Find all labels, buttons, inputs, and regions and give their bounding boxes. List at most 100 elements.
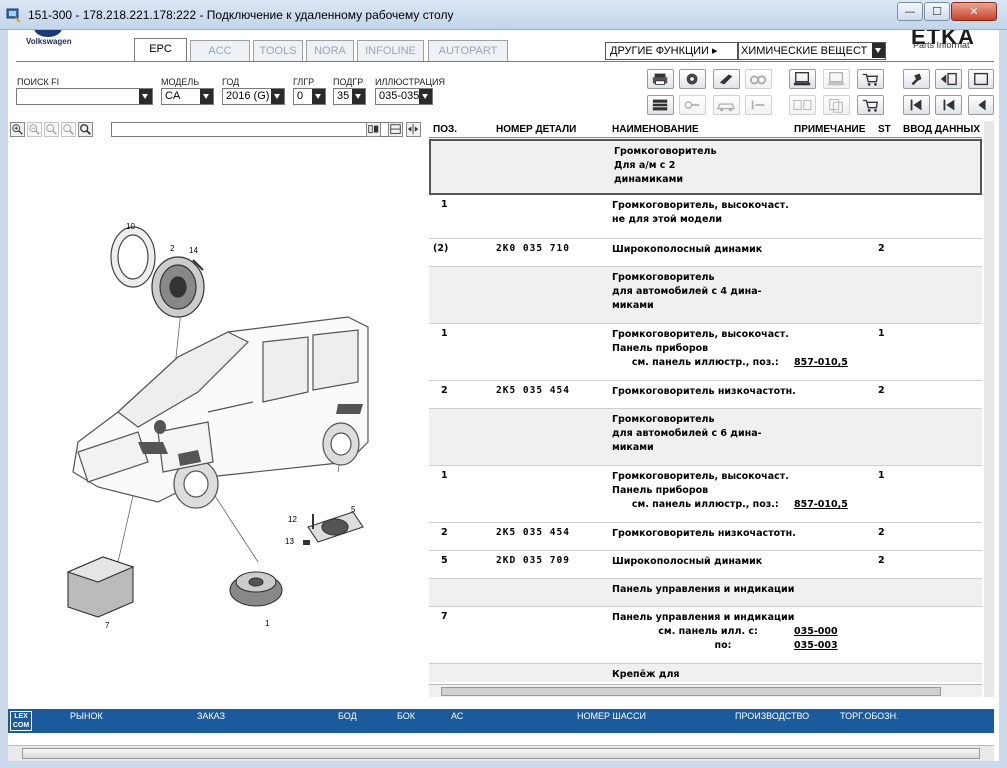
table-horizontal-scrollbar[interactable] — [429, 684, 982, 697]
status-as[interactable]: АС — [451, 711, 463, 721]
table-row[interactable]: 1 Громкоговоритель, высокочаст. не для э… — [429, 195, 982, 239]
table-row[interactable]: (2) 2K0 035 710 Широкополосный динамик 2 — [429, 239, 982, 267]
search-parts-button[interactable] — [745, 69, 772, 89]
table-vertical-scrollbar[interactable] — [984, 121, 994, 697]
status-trade-mark[interactable]: ТОРГ.ОБОЗН. — [840, 711, 899, 721]
table-row[interactable]: 2 2K5 035 454 Громкоговоритель низкочаст… — [429, 381, 982, 409]
chevron-down-icon[interactable] — [352, 89, 365, 104]
chemicals-select[interactable]: ХИМИЧЕСКИЕ ВЕЩЕСТ — [738, 42, 886, 60]
key-button[interactable] — [679, 95, 706, 115]
next-step-button[interactable] — [745, 95, 772, 115]
table-row[interactable]: Крепёж для — [429, 664, 982, 682]
illustration-select[interactable]: 035-035 — [375, 88, 433, 105]
chevron-down-icon[interactable] — [872, 43, 885, 58]
ugr-select[interactable]: 35 — [333, 88, 366, 105]
col-note[interactable]: ПРИМЕЧАНИЕ — [794, 124, 865, 135]
back-page-button[interactable] — [935, 69, 962, 89]
car-button[interactable] — [713, 95, 740, 115]
row-note[interactable]: 857-010,5 — [794, 470, 848, 512]
cart-icon — [862, 99, 879, 112]
pin-button[interactable] — [903, 69, 930, 89]
row-name: Громкоговоритель для автомобилей с 4 дин… — [612, 272, 762, 311]
more-functions-button[interactable]: ДРУГИЕ ФУНКЦИИ ▸ — [605, 42, 738, 60]
table-row[interactable]: Панель управления и индикации — [429, 579, 982, 607]
disc-button[interactable] — [679, 69, 706, 89]
year-select[interactable]: 2016 (G) — [222, 88, 285, 105]
status-market[interactable]: РЫНОК — [70, 711, 103, 721]
scrollbar-thumb[interactable] — [441, 687, 941, 696]
prev-page-button[interactable] — [935, 95, 962, 115]
tools-button[interactable] — [713, 69, 740, 89]
status-bod[interactable]: БОД — [338, 711, 357, 721]
cart-add-button[interactable] — [857, 69, 884, 89]
row-note[interactable]: 857-010,5 — [794, 328, 848, 370]
zoom-reset-button[interactable] — [61, 122, 76, 137]
minimize-button[interactable]: — — [897, 2, 923, 21]
col-part-number[interactable]: НОМЕР ДЕТАЛИ — [496, 124, 576, 135]
hgr-select[interactable]: 0 — [293, 88, 326, 105]
ugr-value: 35 — [337, 90, 350, 102]
col-pos[interactable]: ПОЗ. — [433, 124, 457, 135]
tab-epc[interactable]: EPC — [134, 38, 187, 61]
tab-acc[interactable]: ACC — [190, 40, 250, 61]
illustration-search-input[interactable] — [111, 122, 389, 137]
elsa-button[interactable] — [789, 69, 816, 89]
zoom-in-button[interactable] — [10, 122, 25, 137]
row-pos: 7 — [441, 611, 448, 622]
chevron-down-icon[interactable] — [419, 89, 432, 104]
table-row[interactable]: 5 2KD 035 709 Широкополосный динамик 2 — [429, 551, 982, 579]
tab-tools[interactable]: TOOLS — [253, 40, 303, 61]
window-titlebar[interactable]: 151-300 - 178.218.221.178:222 - Подключе… — [0, 0, 1007, 30]
print-button[interactable] — [647, 69, 674, 89]
status-bok[interactable]: БОК — [397, 711, 415, 721]
model-select[interactable]: CA — [161, 88, 214, 105]
tab-infoline[interactable]: INFOLINE — [357, 40, 424, 61]
search-input[interactable] — [16, 88, 153, 105]
scrollbar-thumb[interactable] — [22, 748, 980, 759]
chevron-down-icon[interactable] — [139, 89, 152, 104]
resize-panel-button[interactable] — [406, 122, 421, 137]
col-input[interactable]: ВВОД ДАННЫХ — [903, 124, 980, 135]
table-row[interactable]: Громкоговоритель Для а/м с 2 динамиками — [429, 139, 982, 195]
row-note[interactable]: 035-000 035-003 — [794, 611, 838, 653]
close-button[interactable]: ✕ — [951, 2, 997, 21]
prev-button[interactable] — [968, 95, 994, 115]
col-name[interactable]: НАИМЕНОВАНИЕ — [612, 124, 699, 135]
layout-button[interactable] — [388, 122, 403, 137]
pin-icon — [911, 73, 922, 86]
table-row[interactable]: 2 2K5 035 454 Громкоговоритель низкочаст… — [429, 523, 982, 551]
chevron-down-icon[interactable] — [271, 89, 284, 104]
tab-nora[interactable]: NORA — [306, 40, 354, 61]
col-st[interactable]: ST — [878, 124, 891, 135]
table-row[interactable]: Громкоговоритель для автомобилей с 6 дин… — [429, 409, 982, 466]
first-page-button[interactable] — [903, 95, 930, 115]
split-view-button[interactable] — [366, 122, 381, 137]
zoom-out-button[interactable] — [27, 122, 42, 137]
parts-illustration[interactable]: 10 2 14 5 12 13 7 1 — [8, 142, 426, 697]
table-row[interactable]: 1 Громкоговоритель, высокочаст. Панель п… — [429, 466, 982, 523]
status-order[interactable]: ЗАКАЗ — [197, 711, 225, 721]
chevron-down-icon[interactable] — [200, 89, 213, 104]
callout-2: 2 — [170, 244, 175, 253]
status-production[interactable]: ПРОИЗВОДСТВО — [735, 711, 809, 721]
window-horizontal-scrollbar[interactable] — [8, 745, 994, 761]
copy-button[interactable] — [823, 95, 850, 115]
skip-back-icon — [910, 99, 922, 111]
row-part-number: 2K0 035 710 — [496, 243, 570, 254]
print-list-button[interactable] — [968, 69, 994, 89]
row-name: Громкоговоритель Для а/м с 2 динамиками — [614, 146, 717, 185]
cart-button[interactable] — [857, 95, 884, 115]
table-row[interactable]: Громкоговоритель для автомобилей с 4 дин… — [429, 267, 982, 324]
zoom-fit-button[interactable] — [44, 122, 59, 137]
list-view-button[interactable] — [647, 95, 674, 115]
depot-button[interactable] — [823, 69, 850, 89]
maximize-button[interactable]: ☐ — [924, 2, 950, 21]
zoom-search-button[interactable] — [78, 122, 93, 137]
status-chassis[interactable]: НОМЕР ШАССИ — [577, 711, 646, 721]
chevron-down-icon[interactable] — [312, 89, 325, 104]
woofer-speaker-1 — [229, 571, 283, 607]
compare-button[interactable] — [789, 95, 816, 115]
table-row[interactable]: 1 Громкоговоритель, высокочаст. Панель п… — [429, 324, 982, 381]
tab-autopart[interactable]: AUTOPART — [428, 40, 508, 61]
table-row[interactable]: 7 Панель управления и индикации см. пане… — [429, 607, 982, 664]
